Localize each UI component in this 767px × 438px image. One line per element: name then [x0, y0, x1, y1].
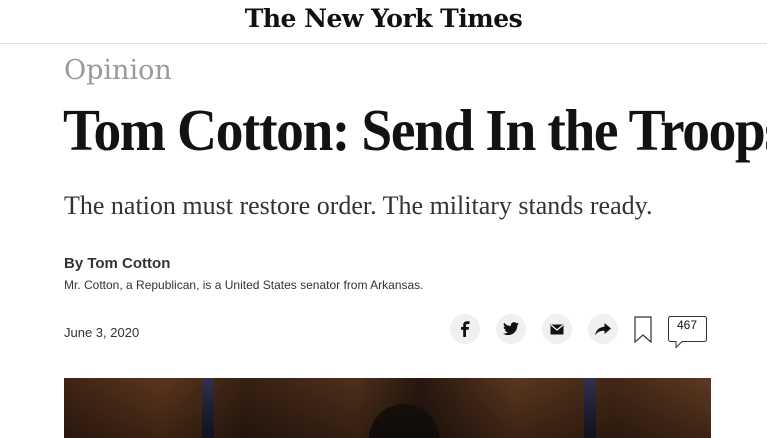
twitter-share-button[interactable] — [496, 314, 526, 344]
comments-button[interactable]: 467 — [668, 316, 708, 348]
hero-image — [64, 378, 711, 438]
byline[interactable]: By Tom Cotton — [64, 255, 170, 272]
publish-date: June 3, 2020 — [64, 325, 140, 340]
nyt-logo[interactable]: The New York Times — [0, 4, 767, 33]
share-icon — [595, 322, 611, 335]
comment-count: 467 — [676, 318, 698, 332]
email-icon — [550, 324, 564, 334]
headline: Tom Cotton: Send In the Troops — [63, 97, 767, 163]
more-share-button[interactable] — [588, 314, 618, 344]
masthead: The New York Times — [0, 0, 767, 44]
bookmark-icon[interactable] — [634, 316, 652, 344]
facebook-icon — [461, 321, 470, 337]
author-bio: Mr. Cotton, a Republican, is a United St… — [64, 278, 424, 292]
twitter-icon — [503, 322, 519, 336]
section-label[interactable]: Opinion — [64, 55, 172, 86]
article-summary: The nation must restore order. The milit… — [64, 191, 653, 220]
email-share-button[interactable] — [542, 314, 572, 344]
facebook-share-button[interactable] — [450, 314, 480, 344]
image-shade — [64, 378, 711, 438]
